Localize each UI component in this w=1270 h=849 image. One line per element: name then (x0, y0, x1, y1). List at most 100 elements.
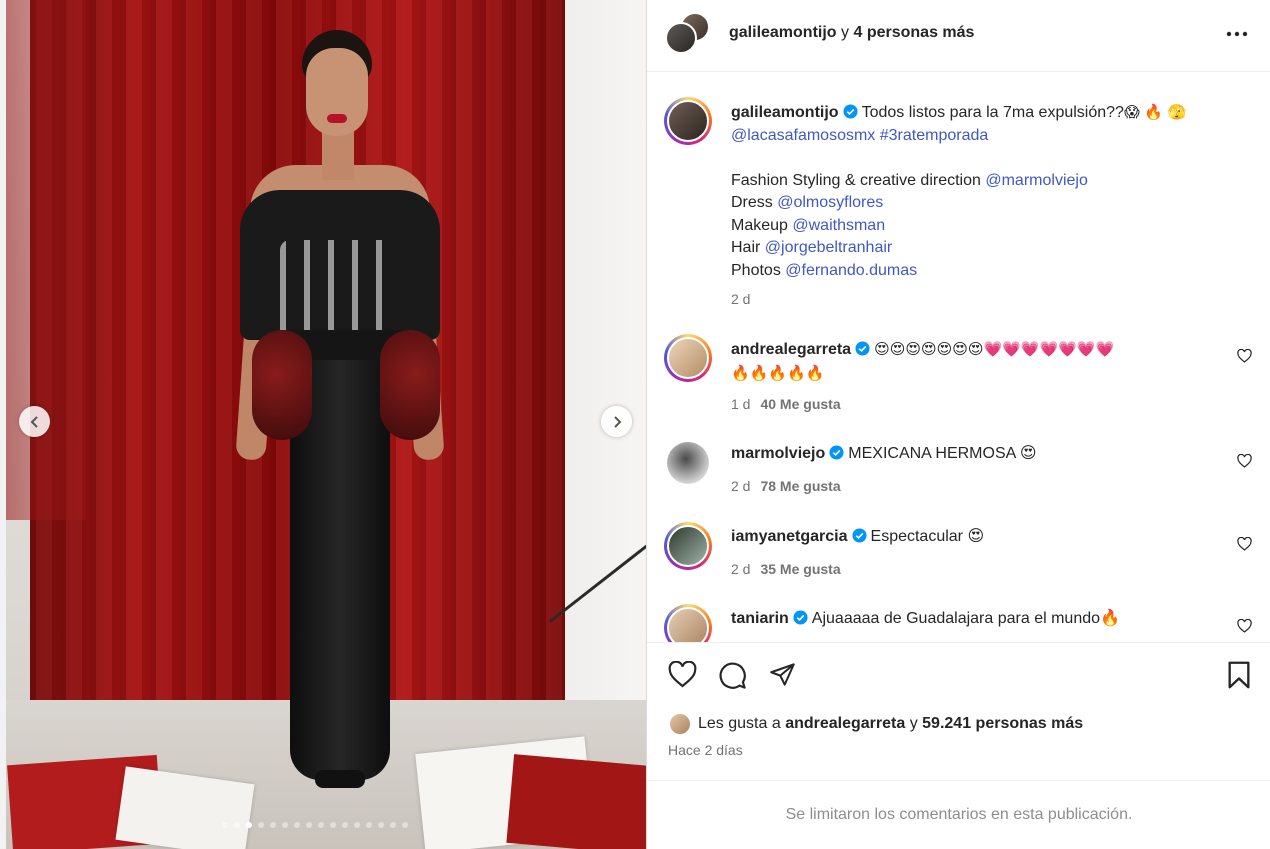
comment-likes[interactable]: 78 Me gusta (760, 478, 840, 494)
liker-username-link[interactable]: andrealegarreta (785, 715, 905, 732)
comment-text: 🔥🔥🔥🔥🔥 (731, 363, 825, 382)
more-icon (1226, 31, 1248, 37)
comment: andrealegarreta 😍😍😍😍😍😍😍💗💗💗💗💗💗💗 🔥🔥🔥🔥🔥 (731, 338, 1231, 385)
comment-time[interactable]: 2 d (731, 561, 750, 577)
post-actions: Les gusta a andrealegarreta y 59.241 per… (647, 642, 1270, 782)
carousel-dot (234, 822, 240, 828)
comment-meta: 1 d 40 Me gusta (731, 396, 841, 412)
more-options-button[interactable] (1225, 22, 1249, 46)
post-date[interactable]: Hace 2 días (668, 742, 743, 758)
post-authors: galileamontijo y 4 personas más (729, 24, 974, 42)
comment-username-link[interactable]: taniarin (731, 610, 789, 627)
credit-label: Dress (731, 194, 773, 211)
caption-time[interactable]: 2 d (731, 291, 750, 307)
comment-username-link[interactable]: marmolviejo (731, 445, 825, 462)
carousel-next-button[interactable] (601, 406, 632, 437)
credit-handle-link[interactable]: @olmosyflores (777, 194, 883, 211)
comment-username-link[interactable]: iamyanetgarcia (731, 528, 848, 545)
credit-label: Fashion Styling & creative direction (731, 171, 981, 189)
shoe (315, 770, 365, 788)
comments-limited-notice: Se limitaron los comentarios en esta pub… (647, 780, 1270, 849)
curtain-drape (6, 0, 86, 520)
credit-label: Makeup (731, 216, 788, 234)
comment-likes[interactable]: 40 Me gusta (760, 396, 840, 412)
comment-time[interactable]: 1 d (731, 396, 750, 412)
post-side-panel: galileamontijo y 4 personas más galileam… (646, 0, 1270, 849)
verified-icon (793, 610, 808, 625)
carousel-dot (318, 822, 324, 828)
share-button[interactable] (768, 661, 797, 688)
model-figure (230, 30, 450, 820)
caption-mention-link[interactable]: @lacasafamososmx (731, 127, 875, 144)
comment-likes[interactable]: 35 Me gusta (760, 561, 840, 577)
credit-label: Photos (731, 261, 781, 279)
caption-username-link[interactable]: galileamontijo (731, 104, 839, 121)
caption-meta: 2 d (731, 291, 750, 307)
carousel-dot (222, 822, 228, 828)
chevron-right-icon (613, 415, 621, 428)
comment-time[interactable]: 2 d (731, 478, 750, 494)
comments-list[interactable]: galileamontijo Todos listos para la 7ma e… (647, 72, 1270, 642)
avatar[interactable] (664, 334, 712, 382)
floor-print (506, 754, 646, 849)
verified-icon (851, 528, 867, 543)
comment-username-link[interactable]: andrealegarreta (731, 341, 851, 358)
carousel-dot (342, 822, 348, 828)
verified-icon (829, 445, 844, 460)
carousel-dot (330, 822, 336, 828)
likes-count-link[interactable]: 59.241 personas más (922, 715, 1083, 732)
comment-text: MEXICANA HERMOSA 😍 (848, 445, 1037, 462)
bookmark-button[interactable] (1227, 661, 1251, 689)
avatar[interactable] (664, 604, 712, 642)
chevron-left-icon (30, 415, 38, 428)
comment-text: Espectacular 😍 (870, 528, 985, 545)
dress-rose (380, 330, 440, 440)
comment-text: Ajuaaaaa de Guadalajara para el mundo🔥 (811, 610, 1120, 627)
carousel-dot (270, 822, 276, 828)
comment: iamyanetgarcia Espectacular 😍 (731, 526, 1231, 549)
post-header: galileamontijo y 4 personas más (647, 0, 1270, 72)
avatar[interactable] (665, 22, 697, 54)
caption-text: Todos listos para la 7ma expulsión?? (861, 104, 1124, 121)
likes-summary: Les gusta a andrealegarreta y 59.241 per… (698, 715, 1083, 733)
comment-button[interactable] (718, 661, 747, 690)
like-button[interactable] (668, 661, 697, 688)
credit-handle-link[interactable]: @fernando.dumas (785, 262, 917, 279)
heart-icon[interactable] (1237, 537, 1252, 551)
heart-icon[interactable] (1237, 349, 1252, 363)
comment: marmolviejo MEXICANA HERMOSA 😍 (731, 443, 1231, 466)
credit-handle-link[interactable]: @marmolviejo (985, 172, 1087, 189)
neck (322, 130, 354, 180)
carousel-dot (366, 822, 372, 828)
carousel-dot (246, 822, 252, 828)
dress-rose (252, 330, 312, 440)
lips (327, 114, 347, 123)
author-username-link[interactable]: galileamontijo (729, 24, 837, 41)
collaborators-link[interactable]: 4 personas más (853, 24, 974, 41)
credit-handle-link[interactable]: @waithsman (792, 217, 885, 234)
comment-text: 😍😍😍😍😍😍😍💗💗💗💗💗💗💗 (874, 340, 1115, 358)
likes-joiner: y (909, 715, 918, 732)
carousel-prev-button[interactable] (19, 406, 50, 437)
carousel-dot (306, 822, 312, 828)
carousel-dot (282, 822, 288, 828)
caption: galileamontijo Todos listos para la 7ma e… (731, 101, 1231, 282)
heart-icon[interactable] (1237, 454, 1252, 468)
avatar[interactable] (664, 522, 712, 570)
likes-prefix: Les gusta a (698, 715, 781, 732)
comment-meta: 2 d 78 Me gusta (731, 478, 841, 494)
avatar[interactable] (667, 442, 709, 484)
comment: taniarin Ajuaaaaa de Guadalajara para el … (731, 608, 1231, 631)
caption-hashtag-link[interactable]: #3ratemporada (880, 127, 989, 144)
post-media[interactable] (0, 0, 646, 849)
carousel-dot (294, 822, 300, 828)
caption-emojis: 😱 🔥 🫣 (1123, 103, 1187, 121)
verified-icon (843, 104, 858, 119)
carousel-dot (402, 822, 408, 828)
carousel-dot (354, 822, 360, 828)
heart-icon[interactable] (1237, 619, 1252, 633)
avatar[interactable] (669, 713, 691, 735)
credit-handle-link[interactable]: @jorgebeltranhair (765, 239, 892, 256)
carousel-dot (258, 822, 264, 828)
avatar[interactable] (664, 97, 712, 145)
